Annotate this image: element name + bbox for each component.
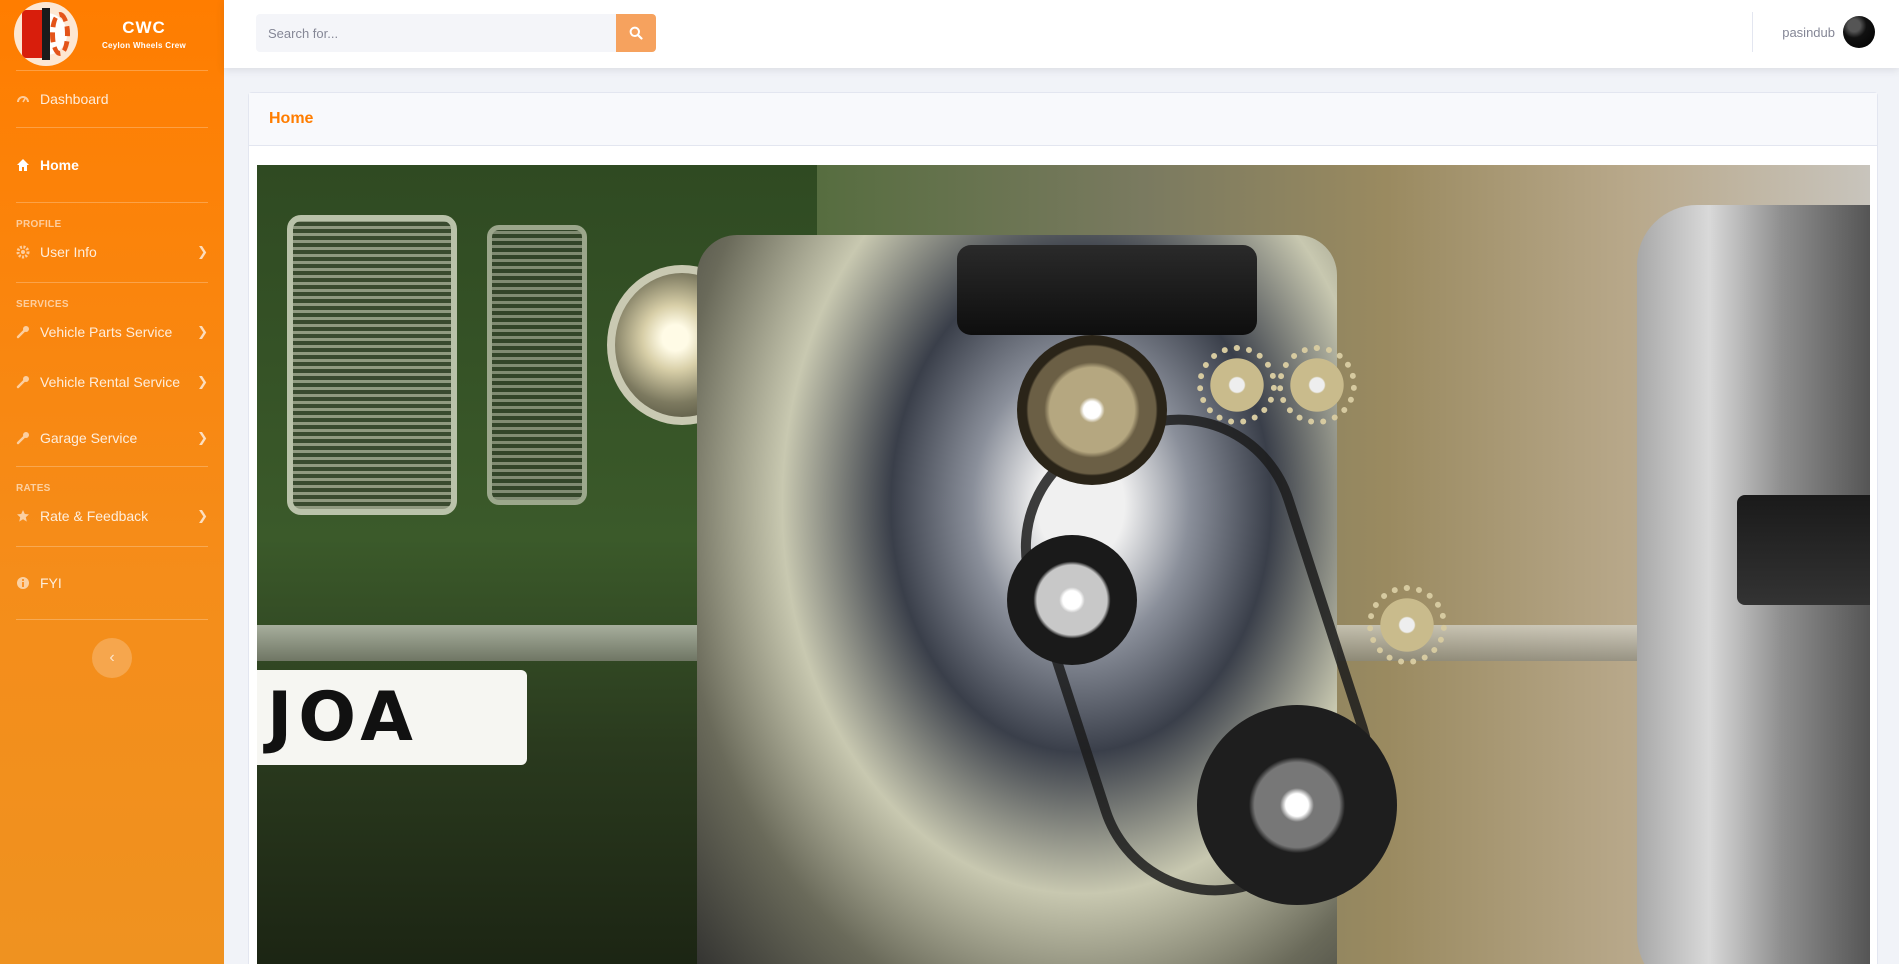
sidebar-toggle-button[interactable]: ‹ [92, 638, 132, 678]
sidebar-item-label: Vehicle Rental Service [40, 374, 181, 390]
sidebar-item-label: FYI [40, 575, 62, 591]
star-icon [16, 509, 30, 523]
sidebar-item-user-info[interactable]: User Info ❯ [0, 230, 224, 274]
info-icon [16, 576, 30, 590]
sidebar-item-label: Garage Service [40, 430, 138, 446]
sidebar-heading-services: SERVICES [16, 299, 69, 310]
page-title: Home [269, 110, 314, 127]
user-menu[interactable]: pasindub [1782, 16, 1875, 48]
chevron-right-icon: ❯ [197, 508, 208, 523]
search-input[interactable] [256, 14, 616, 52]
sidebar-item-label: Home [40, 157, 79, 173]
sidebar-item-rate-feedback[interactable]: Rate & Feedback ❯ [0, 494, 224, 538]
card-header: Home [249, 93, 1877, 146]
sidebar-divider [16, 282, 208, 283]
wrench-icon [16, 375, 30, 389]
topbar-divider [1752, 12, 1753, 52]
engine-photo: JOA [257, 165, 1870, 964]
sidebar-item-fyi[interactable]: FYI [0, 547, 224, 619]
sidebar-heading-profile: PROFILE [16, 219, 62, 230]
sidebar-item-garage[interactable]: Garage Service ❯ [0, 410, 224, 466]
home-icon [16, 158, 30, 172]
sidebar-item-label: User Info [40, 244, 97, 260]
gear-icon [16, 245, 30, 259]
wrench-icon [16, 325, 30, 339]
tachometer-icon [16, 92, 30, 106]
search-icon [629, 26, 643, 40]
avatar [1843, 16, 1875, 48]
chevron-right-icon: ❯ [197, 324, 208, 339]
sidebar-divider [16, 202, 208, 203]
brand[interactable]: CWC Ceylon Wheels Crew [0, 0, 224, 68]
sidebar-item-label: Dashboard [40, 91, 109, 107]
search-form [256, 14, 656, 52]
content-card: Home JOA [248, 92, 1878, 964]
chevron-right-icon: ❯ [197, 244, 208, 259]
sidebar-item-home[interactable]: Home [0, 128, 224, 202]
username: pasindub [1782, 24, 1835, 40]
chevron-right-icon: ❯ [197, 374, 208, 389]
brand-name: CWC [122, 18, 166, 37]
sidebar-item-vehicle-rental[interactable]: Vehicle Rental Service ❯ [0, 354, 224, 410]
sidebar-item-dashboard[interactable]: Dashboard [0, 71, 224, 127]
sidebar: CWC Ceylon Wheels Crew Dashboard Home PR… [0, 0, 224, 964]
topbar: pasindub [224, 0, 1899, 68]
wrench-icon [16, 431, 30, 445]
sidebar-heading-rates: RATES [16, 483, 51, 494]
sidebar-divider [16, 466, 208, 467]
search-button[interactable] [616, 14, 656, 52]
sidebar-item-label: Rate & Feedback [40, 508, 149, 524]
sidebar-item-vehicle-parts[interactable]: Vehicle Parts Service ❯ [0, 310, 224, 354]
brand-subtitle: Ceylon Wheels Crew [101, 41, 187, 50]
brand-logo [14, 2, 78, 66]
chevron-right-icon: ❯ [197, 430, 208, 445]
license-plate: JOA [257, 670, 527, 765]
sidebar-item-label: Vehicle Parts Service [40, 324, 173, 340]
